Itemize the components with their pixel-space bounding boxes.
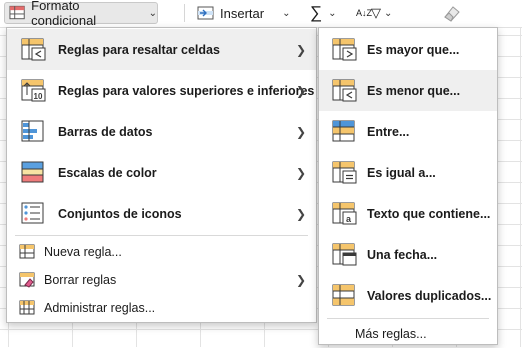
menu-item-label: Barras de datos: [58, 124, 153, 139]
duplicate-values-icon: [332, 284, 355, 305]
chevron-right-icon: ❯: [295, 206, 306, 221]
menu-divider: [15, 235, 308, 236]
menu-item-color-scales[interactable]: Escalas de color ❯: [7, 152, 316, 193]
data-bars-icon: [21, 120, 44, 141]
filter-icon: ▽: [371, 5, 381, 20]
icon-sets-icon: [21, 202, 44, 223]
ribbon-separator: [184, 4, 185, 22]
menu-item-top-bottom-rules[interactable]: 10 Reglas para valores superiores e infe…: [7, 70, 316, 111]
submenu-item-label: Es menor que...: [367, 83, 461, 98]
submenu-item-label: Es mayor que...: [367, 42, 460, 57]
menu-item-icon-sets[interactable]: Conjuntos de iconos ❯: [7, 193, 316, 234]
chevron-right-icon: ❯: [295, 273, 306, 287]
submenu-item-label: Entre...: [367, 124, 410, 139]
submenu-item-label: Una fecha...: [367, 247, 438, 262]
submenu-item-text-contains[interactable]: a Texto que contiene...: [319, 193, 497, 234]
menu-item-data-bars[interactable]: Barras de datos ❯: [7, 111, 316, 152]
chevron-right-icon: ❯: [295, 165, 306, 180]
insert-cells-icon: [197, 6, 214, 20]
submenu-item-label: Más reglas...: [355, 327, 427, 341]
menu-item-label: Borrar reglas: [44, 273, 117, 287]
chevron-down-icon: ⌄: [148, 7, 157, 19]
submenu-item-less-than[interactable]: Es menor que...: [319, 70, 497, 111]
submenu-divider: [327, 318, 489, 319]
highlight-rules-icon: [21, 38, 46, 60]
conditional-format-label: Formato condicional: [31, 0, 97, 28]
submenu-item-date-occurring[interactable]: Una fecha...: [319, 234, 497, 275]
submenu-item-more-rules[interactable]: Más reglas...: [319, 320, 497, 348]
menu-item-label: Escalas de color: [58, 165, 157, 180]
between-icon: [332, 120, 355, 141]
submenu-item-between[interactable]: Entre...: [319, 111, 497, 152]
less-than-icon: [332, 79, 357, 101]
text-contains-icon: a: [332, 202, 357, 224]
sort-filter-button[interactable]: A↓Z ▽ ⌄: [356, 2, 396, 24]
menu-item-new-rule[interactable]: Nueva regla...: [7, 238, 316, 266]
submenu-item-label: Valores duplicados...: [367, 288, 492, 303]
conditional-format-button[interactable]: Formato condicional ⌄: [4, 0, 158, 28]
svg-text:10: 10: [34, 92, 43, 101]
submenu-item-duplicate-values[interactable]: Valores duplicados...: [319, 275, 497, 316]
chevron-down-icon: ⌄: [328, 7, 337, 19]
date-occurring-icon: [332, 243, 357, 265]
new-rule-icon: [19, 244, 35, 259]
greater-than-icon: [332, 38, 357, 60]
submenu-item-greater-than[interactable]: Es mayor que...: [319, 29, 497, 70]
highlight-rules-submenu: Es mayor que... Es menor que... Entre...: [318, 27, 498, 345]
menu-item-label: Nueva regla...: [44, 245, 122, 259]
menu-item-highlight-rules[interactable]: Reglas para resaltar celdas ❯: [7, 29, 316, 70]
menu-item-clear-rules[interactable]: Borrar reglas ❯: [7, 266, 316, 294]
submenu-item-label: Texto que contiene...: [367, 206, 491, 221]
eraser-icon: [444, 6, 460, 22]
menu-item-label: Administrar reglas...: [44, 301, 156, 315]
chevron-right-icon: ❯: [295, 124, 306, 139]
chevron-right-icon: ❯: [295, 83, 306, 98]
insert-label: Insertar: [220, 5, 265, 21]
submenu-item-label: Es igual a...: [367, 165, 436, 180]
sum-icon: ∑: [310, 3, 323, 22]
conditional-format-menu: Reglas para resaltar celdas ❯ 10 Reglas …: [6, 27, 317, 323]
chevron-down-icon: ⌄: [384, 7, 393, 19]
color-scales-icon: [21, 161, 44, 182]
sort-icon: A↓Z: [356, 7, 373, 18]
manage-rules-icon: [19, 300, 35, 315]
menu-item-label: Reglas para valores superiores e inferio…: [58, 83, 315, 98]
clear-rules-icon: [19, 272, 35, 288]
equal-to-icon: [332, 161, 357, 183]
menu-item-label: Conjuntos de iconos: [58, 206, 182, 221]
menu-item-label: Reglas para resaltar celdas: [58, 42, 220, 57]
conditional-format-icon: [9, 5, 25, 20]
top-bottom-rules-icon: 10: [21, 79, 46, 101]
insert-button[interactable]: Insertar ⌄: [195, 2, 293, 24]
ribbon: Formato condicional ⌄ Insertar ⌄ ∑ ⌄ A↓Z…: [0, 0, 522, 28]
autosum-button[interactable]: ∑ ⌄: [310, 2, 350, 24]
submenu-item-equal-to[interactable]: Es igual a...: [319, 152, 497, 193]
chevron-down-icon: ⌄: [282, 7, 291, 19]
menu-item-manage-rules[interactable]: Administrar reglas...: [7, 294, 316, 322]
chevron-right-icon: ❯: [295, 42, 306, 57]
find-select-button[interactable]: [440, 2, 470, 24]
